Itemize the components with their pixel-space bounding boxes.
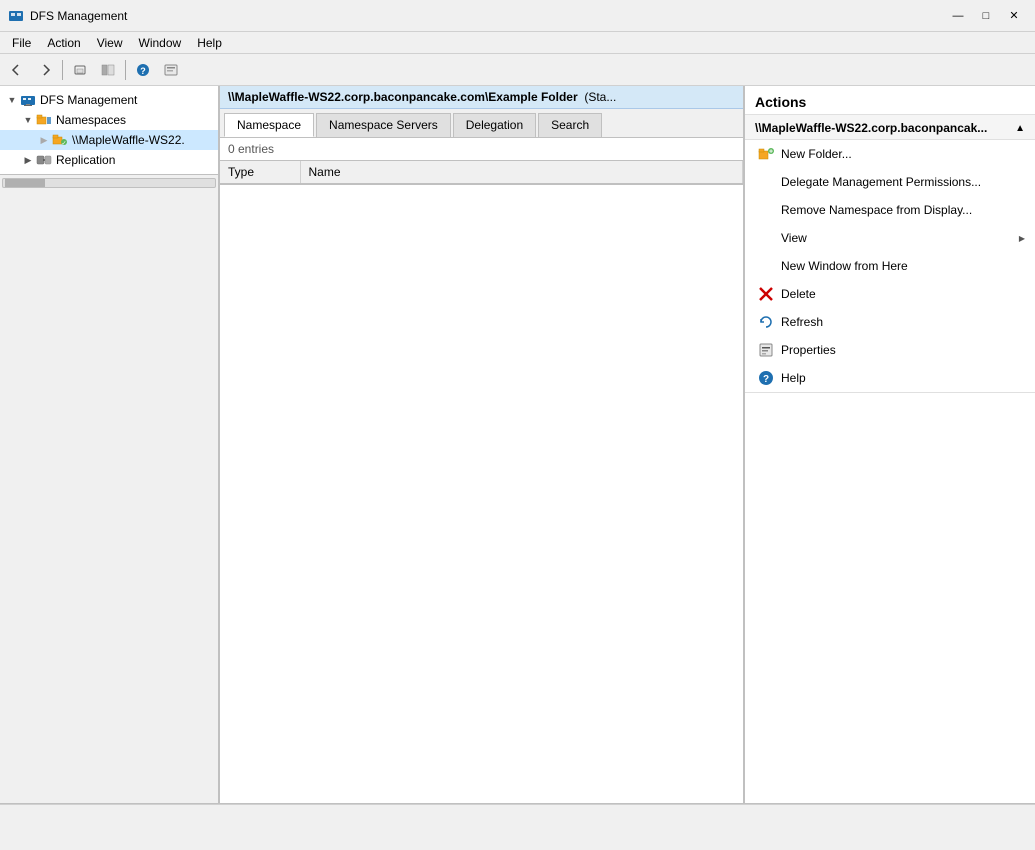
new-window-label: New Window from Here <box>781 259 908 273</box>
tree-item-dfs-management[interactable]: ▼ DFS Management <box>0 90 218 110</box>
toolbar: ? <box>0 54 1035 86</box>
minimize-button[interactable]: — <box>945 6 971 26</box>
table-header-row: Type Name <box>220 161 743 184</box>
close-button[interactable]: ✕ <box>1001 6 1027 26</box>
status-bar <box>0 804 1035 826</box>
action-remove-namespace[interactable]: Remove Namespace from Display... <box>745 196 1035 224</box>
tree-item-namespaces[interactable]: ▼ Namespaces <box>0 110 218 130</box>
content-table: Type Name <box>220 161 743 185</box>
sidebar-area: ▼ DFS Management ▼ <box>0 86 220 803</box>
help-icon: ? <box>757 369 775 387</box>
namespaces-label: Namespaces <box>56 113 126 127</box>
app-icon <box>8 8 24 24</box>
scroll-up-icon[interactable]: ▲ <box>1015 123 1025 134</box>
toolbar-sep-2 <box>125 60 126 80</box>
delete-label: Delete <box>781 287 816 301</box>
expand-dfs[interactable]: ▼ <box>4 92 20 108</box>
col-type[interactable]: Type <box>220 161 300 184</box>
replication-label: Replication <box>56 153 115 167</box>
namespace-item-icon: ✓ <box>52 132 68 148</box>
properties-toolbar-button[interactable] <box>158 58 184 82</box>
namespace-item-label: \\MapleWaffle-WS22. <box>72 133 185 147</box>
window-title: DFS Management <box>30 9 945 23</box>
namespaces-icon <box>36 112 52 128</box>
tab-search[interactable]: Search <box>538 113 602 137</box>
actions-panel: Actions \\MapleWaffle-WS22.corp.baconpan… <box>745 86 1035 803</box>
refresh-label: Refresh <box>781 315 823 329</box>
actions-header: Actions <box>745 86 1035 115</box>
new-window-icon <box>757 257 775 275</box>
action-section-title-text: \\MapleWaffle-WS22.corp.baconpancak... <box>755 121 987 135</box>
view-icon <box>757 229 775 247</box>
action-refresh[interactable]: Refresh <box>745 308 1035 336</box>
delegate-icon <box>757 173 775 191</box>
tab-namespace-servers[interactable]: Namespace Servers <box>316 113 451 137</box>
svg-text:+: + <box>769 149 773 156</box>
action-help[interactable]: ? Help <box>745 364 1035 392</box>
remove-label: Remove Namespace from Display... <box>781 203 972 217</box>
remove-icon <box>757 201 775 219</box>
title-bar: DFS Management — □ ✕ <box>0 0 1035 32</box>
dfs-management-icon <box>20 92 36 108</box>
new-folder-label: New Folder... <box>781 147 852 161</box>
content-path-bar: \\MapleWaffle-WS22.corp.baconpancake.com… <box>220 86 743 109</box>
tab-namespace[interactable]: Namespace <box>224 113 314 137</box>
col-name[interactable]: Name <box>300 161 743 184</box>
help-toolbar-button[interactable]: ? <box>130 58 156 82</box>
show-hide-button[interactable] <box>95 58 121 82</box>
action-properties[interactable]: Properties <box>745 336 1035 364</box>
toolbar-sep-1 <box>62 60 63 80</box>
up-button[interactable] <box>67 58 93 82</box>
menu-file[interactable]: File <box>4 34 39 52</box>
content-path-text: \\MapleWaffle-WS22.corp.baconpancake.com… <box>228 90 616 104</box>
action-delete[interactable]: Delete <box>745 280 1035 308</box>
maximize-button[interactable]: □ <box>973 6 999 26</box>
menu-bar: File Action View Window Help <box>0 32 1035 54</box>
svg-text:✓: ✓ <box>61 141 66 147</box>
action-delegate-management[interactable]: Delegate Management Permissions... <box>745 168 1035 196</box>
help-label: Help <box>781 371 806 385</box>
refresh-icon <box>757 313 775 331</box>
tab-delegation[interactable]: Delegation <box>453 113 536 137</box>
content-table-wrapper: Type Name <box>220 161 743 803</box>
hscroll-track[interactable] <box>2 178 216 188</box>
main-area: ▼ DFS Management ▼ <box>0 86 1035 804</box>
expand-replication[interactable]: ▶ <box>20 152 36 168</box>
menu-view[interactable]: View <box>89 34 131 52</box>
menu-help[interactable]: Help <box>189 34 230 52</box>
window-controls: — □ ✕ <box>945 6 1027 26</box>
delete-icon <box>757 285 775 303</box>
sidebar-hscroll[interactable] <box>0 174 218 190</box>
new-folder-icon: + <box>757 145 775 163</box>
action-new-folder[interactable]: + New Folder... <box>745 140 1035 168</box>
replication-icon <box>36 152 52 168</box>
forward-button[interactable] <box>32 58 58 82</box>
action-section-title[interactable]: \\MapleWaffle-WS22.corp.baconpancak... ▲ <box>745 115 1035 140</box>
delegate-label: Delegate Management Permissions... <box>781 175 981 189</box>
svg-text:?: ? <box>763 374 769 385</box>
view-label: View <box>781 231 807 245</box>
action-view[interactable]: View <box>745 224 1035 252</box>
dfs-management-label: DFS Management <box>40 93 137 107</box>
back-button[interactable] <box>4 58 30 82</box>
hscroll-thumb[interactable] <box>5 179 45 187</box>
action-section-namespace: \\MapleWaffle-WS22.corp.baconpancak... ▲… <box>745 115 1035 393</box>
entries-count: 0 entries <box>228 142 274 156</box>
properties-icon <box>757 341 775 359</box>
tree-item-replication[interactable]: ▶ Replication <box>0 150 218 170</box>
menu-action[interactable]: Action <box>39 34 88 52</box>
action-new-window[interactable]: New Window from Here <box>745 252 1035 280</box>
menu-window[interactable]: Window <box>131 34 190 52</box>
content-entries-header: 0 entries <box>220 138 743 161</box>
svg-text:?: ? <box>140 66 146 76</box>
tree-item-namespace-item[interactable]: ▶ ✓ \\MapleWaffle-WS22. <box>0 130 218 150</box>
expand-ns-item[interactable]: ▶ <box>36 132 52 148</box>
expand-namespaces[interactable]: ▼ <box>20 112 36 128</box>
sidebar-tree: ▼ DFS Management ▼ <box>0 86 220 174</box>
content-tabs: Namespace Namespace Servers Delegation S… <box>220 109 743 138</box>
properties-label: Properties <box>781 343 836 357</box>
content-panel: \\MapleWaffle-WS22.corp.baconpancake.com… <box>220 86 745 803</box>
